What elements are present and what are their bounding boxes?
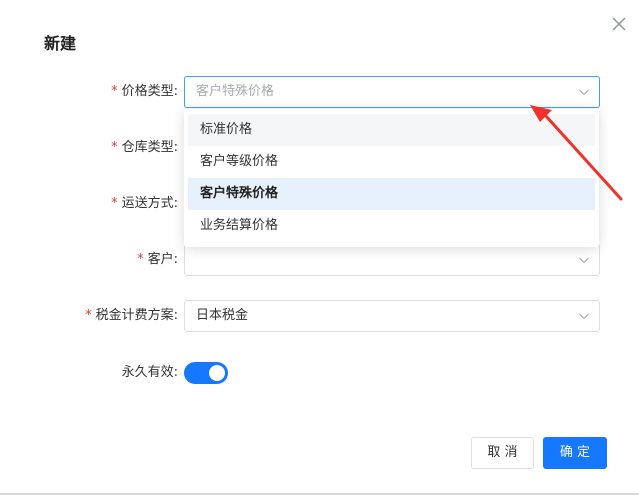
customer-label: * 客户:: [137, 244, 178, 276]
required-mark: *: [111, 140, 118, 155]
customer-row: * 客户:: [0, 244, 639, 276]
price-type-placeholder: 客户特殊价格: [196, 84, 275, 99]
chevron-down-icon: [578, 254, 590, 266]
price-type-select[interactable]: 客户特殊价格: [184, 76, 600, 108]
cancel-button[interactable]: 取 消: [471, 437, 534, 469]
required-mark: *: [111, 84, 118, 99]
dropdown-option-standard[interactable]: 标准价格: [188, 114, 595, 146]
tax-plan-row: * 税金计费方案: 日本税金: [0, 300, 639, 332]
customer-label-text: 客户:: [147, 252, 178, 267]
price-type-dropdown: 标准价格 客户等级价格 客户特殊价格 业务结算价格: [184, 109, 599, 247]
permanent-row: 永久有效:: [0, 357, 639, 389]
shipping-method-label: * 运送方式:: [111, 188, 178, 220]
price-type-row: * 价格类型: 客户特殊价格: [0, 76, 639, 108]
dropdown-option-customer-level[interactable]: 客户等级价格: [188, 146, 595, 178]
tax-plan-label-text: 税金计费方案:: [95, 308, 178, 323]
price-type-label-text: 价格类型:: [121, 84, 178, 99]
tax-plan-value: 日本税金: [196, 308, 249, 323]
close-icon[interactable]: [609, 14, 629, 34]
required-mark: *: [111, 196, 118, 211]
warehouse-type-label-text: 仓库类型:: [121, 140, 178, 155]
new-dialog: 新建 * 价格类型: 客户特殊价格 * 仓库类型: * 运送方式: * 客户: * 税金计…: [0, 0, 639, 495]
required-mark: *: [85, 308, 92, 323]
tax-plan-select[interactable]: 日本税金: [184, 300, 600, 332]
chevron-down-icon: [578, 86, 590, 98]
permanent-toggle[interactable]: [184, 362, 228, 384]
warehouse-type-label: * 仓库类型:: [111, 132, 178, 164]
shipping-method-label-text: 运送方式:: [121, 196, 178, 211]
dropdown-option-business-settlement[interactable]: 业务结算价格: [188, 210, 595, 242]
tax-plan-label: * 税金计费方案:: [85, 300, 178, 332]
permanent-label: 永久有效:: [121, 365, 178, 380]
required-mark: *: [137, 252, 144, 267]
customer-select[interactable]: [184, 244, 600, 276]
dropdown-option-customer-special[interactable]: 客户特殊价格: [188, 178, 595, 210]
confirm-button[interactable]: 确 定: [543, 437, 607, 469]
toggle-knob: [209, 365, 225, 381]
dialog-title: 新建: [44, 34, 77, 53]
price-type-label: * 价格类型:: [111, 76, 178, 108]
chevron-down-icon: [578, 310, 590, 322]
